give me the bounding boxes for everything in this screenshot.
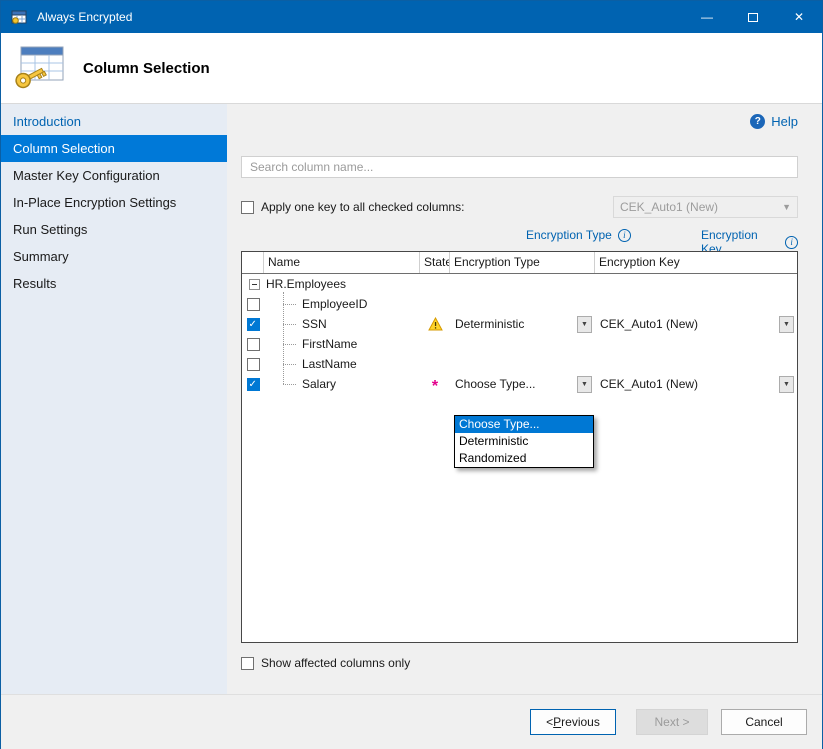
- window-title: Always Encrypted: [37, 10, 132, 24]
- maximize-button[interactable]: [730, 1, 776, 33]
- table-row-ssn[interactable]: SSN Deterministic ▼ CEK_Auto1 (New): [242, 314, 797, 334]
- row-checkbox[interactable]: [247, 358, 260, 371]
- previous-button[interactable]: < Previous: [530, 709, 616, 735]
- wizard-footer: < Previous Next > Cancel: [1, 694, 822, 749]
- chevron-down-icon: ▼: [782, 202, 791, 212]
- column-selection-icon: [11, 44, 67, 92]
- tree-collapse-icon[interactable]: [249, 279, 260, 290]
- sidebar-item-run-settings[interactable]: Run Settings: [1, 216, 227, 243]
- row-checkbox[interactable]: [247, 338, 260, 351]
- required-icon: *: [432, 382, 438, 392]
- apply-one-key-label: Apply one key to all checked columns:: [261, 200, 464, 214]
- dropdown-option-choose-type[interactable]: Choose Type...: [455, 416, 593, 433]
- page-title: Column Selection: [83, 60, 210, 77]
- tree-line: [283, 344, 296, 345]
- encryption-type-combobox[interactable]: Deterministic ▼: [450, 314, 595, 334]
- grid-header: Name State Encryption Type Encryption Ke…: [242, 252, 797, 274]
- info-icon[interactable]: i: [618, 229, 631, 242]
- row-checkbox[interactable]: [247, 378, 260, 391]
- chevron-down-icon[interactable]: ▼: [779, 376, 794, 393]
- table-row-hr-employees[interactable]: HR.Employees: [242, 274, 797, 294]
- chevron-down-icon[interactable]: ▼: [577, 316, 592, 333]
- encryption-key-combobox[interactable]: CEK_Auto1 (New) ▼: [595, 314, 797, 334]
- apply-key-value: CEK_Auto1 (New): [620, 200, 718, 214]
- minimize-button[interactable]: —: [684, 1, 730, 33]
- sidebar-item-results[interactable]: Results: [1, 270, 227, 297]
- wizard-header: Column Selection: [1, 33, 822, 104]
- apply-key-combobox[interactable]: CEK_Auto1 (New) ▼: [613, 196, 798, 218]
- table-row-lastname[interactable]: LastName: [242, 354, 797, 374]
- tree-line: [283, 364, 296, 365]
- tree-line: [283, 384, 296, 385]
- chevron-down-icon[interactable]: ▼: [779, 316, 794, 333]
- next-button[interactable]: Next >: [636, 709, 708, 735]
- table-row-firstname[interactable]: FirstName: [242, 334, 797, 354]
- table-group-label: HR.Employees: [266, 277, 346, 291]
- table-row-employeeid[interactable]: EmployeeID: [242, 294, 797, 314]
- wizard-steps-sidebar: Introduction Column Selection Master Key…: [1, 104, 227, 694]
- encryption-type-link[interactable]: Encryption Type: [526, 228, 612, 242]
- help-icon: ?: [750, 114, 765, 129]
- dropdown-option-randomized[interactable]: Randomized: [455, 450, 593, 467]
- dropdown-option-deterministic[interactable]: Deterministic: [455, 433, 593, 450]
- app-icon: [11, 8, 29, 26]
- show-affected-checkbox[interactable]: [241, 657, 254, 670]
- row-checkbox[interactable]: [247, 318, 260, 331]
- minimize-icon: —: [701, 10, 713, 24]
- encryption-key-combobox[interactable]: CEK_Auto1 (New) ▼: [595, 374, 797, 394]
- show-affected-label: Show affected columns only: [261, 656, 410, 670]
- cancel-button[interactable]: Cancel: [721, 709, 807, 735]
- sidebar-item-master-key-configuration[interactable]: Master Key Configuration: [1, 162, 227, 189]
- sidebar-item-in-place-encryption-settings[interactable]: In-Place Encryption Settings: [1, 189, 227, 216]
- header-encryption-key: Encryption Key: [595, 252, 797, 273]
- sidebar-item-introduction[interactable]: Introduction: [1, 108, 227, 135]
- search-column-input[interactable]: [241, 156, 798, 178]
- row-checkbox[interactable]: [247, 298, 260, 311]
- header-encryption-type: Encryption Type: [450, 252, 595, 273]
- table-row-salary[interactable]: Salary * Choose Type... ▼ CEK_Auto1 (New…: [242, 374, 797, 394]
- maximize-icon: [748, 13, 758, 22]
- encryption-type-dropdown-list: Choose Type... Deterministic Randomized: [454, 415, 594, 468]
- header-state: State: [420, 252, 450, 273]
- info-icon[interactable]: i: [785, 236, 798, 249]
- encryption-type-combobox[interactable]: Choose Type... ▼: [450, 374, 595, 394]
- close-button[interactable]: ✕: [776, 1, 822, 33]
- sidebar-item-column-selection[interactable]: Column Selection: [1, 135, 227, 162]
- header-name: Name: [264, 252, 420, 273]
- sidebar-item-summary[interactable]: Summary: [1, 243, 227, 270]
- titlebar: Always Encrypted — ✕: [1, 1, 822, 33]
- close-icon: ✕: [794, 10, 804, 24]
- main-panel: ? Help Apply one key to all checked colu…: [227, 104, 822, 694]
- help-link[interactable]: Help: [771, 114, 798, 129]
- chevron-down-icon[interactable]: ▼: [577, 376, 592, 393]
- row-selector-header: [242, 252, 264, 273]
- tree-line: [283, 292, 284, 384]
- tree-line: [283, 324, 296, 325]
- warning-icon: [428, 317, 443, 331]
- tree-line: [283, 304, 296, 305]
- apply-one-key-checkbox[interactable]: [241, 201, 254, 214]
- columns-grid: Name State Encryption Type Encryption Ke…: [241, 251, 798, 643]
